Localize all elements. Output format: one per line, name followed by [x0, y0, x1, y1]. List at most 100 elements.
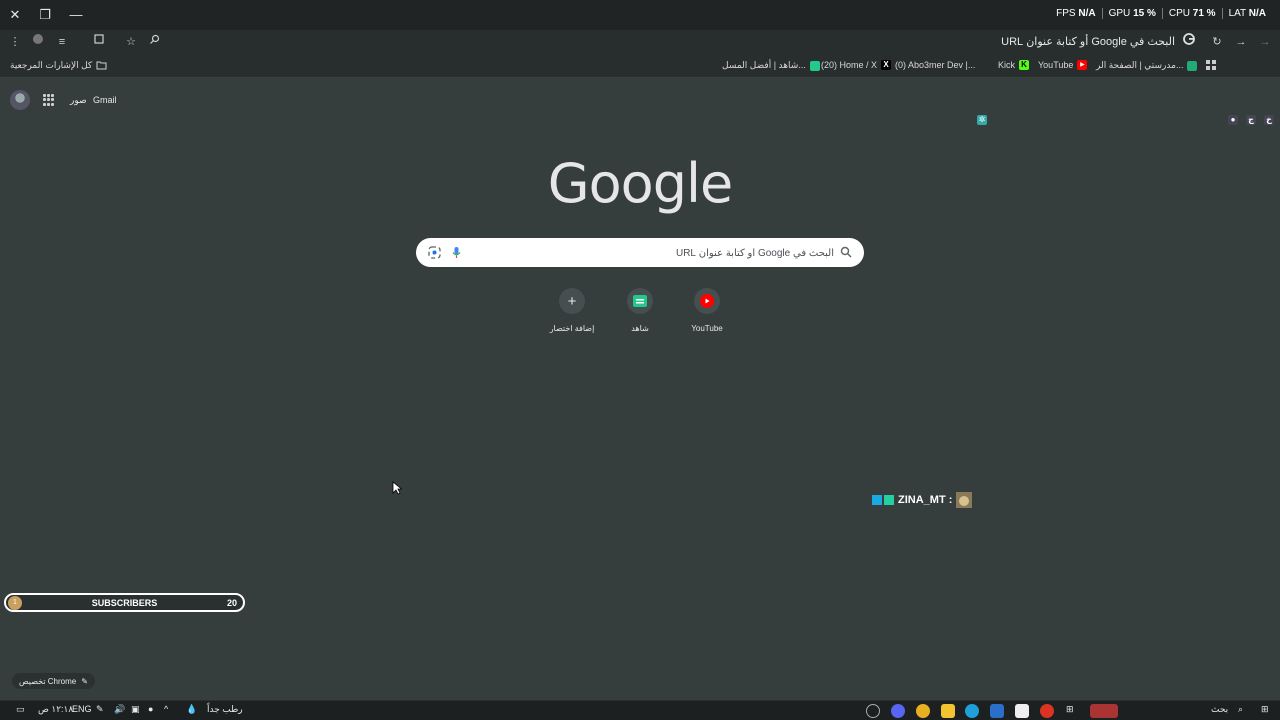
reload-icon[interactable]: ↻: [1208, 33, 1226, 51]
bookmark-label: (20) Home / X: [821, 60, 878, 70]
tab-search-icon[interactable]: ●: [1228, 115, 1238, 125]
media-controls-icon[interactable]: ≡: [53, 33, 71, 51]
fps-value: N/A: [1078, 8, 1096, 19]
customize-chrome-button[interactable]: تخصيص Chrome ✎: [12, 673, 95, 689]
gmail-link[interactable]: Gmail: [93, 95, 117, 105]
vscode-icon[interactable]: [990, 704, 1004, 718]
bookmark-shahid[interactable]: شاهد | أفضل المسل...: [722, 60, 820, 71]
lat-label: LAT: [1228, 8, 1246, 19]
close-window-button[interactable]: ✕: [5, 5, 25, 25]
x-logo-icon: X: [881, 60, 892, 70]
back-arrow-icon[interactable]: →: [1232, 33, 1250, 51]
extra-shortcut-icon[interactable]: خ: [1264, 115, 1274, 125]
subscribers-count: 20: [226, 598, 237, 608]
microphone-icon[interactable]: ●: [148, 704, 153, 714]
chat-username: ZINA_MT :: [898, 494, 953, 506]
subscribers-label: SUBSCRIBERS: [91, 598, 158, 608]
all-bookmarks-folder[interactable]: كل الإشارات المرجعية: [10, 60, 107, 71]
bookmark-label: Kick: [998, 60, 1016, 70]
show-hidden-icons-chevron-icon[interactable]: ^: [164, 704, 168, 714]
abo3mer-icon: ✲: [977, 115, 987, 125]
minimize-window-button[interactable]: —: [66, 5, 86, 25]
google-lens-icon[interactable]: [427, 245, 442, 260]
taskbar-search-label[interactable]: بحث: [1211, 704, 1228, 715]
search-box[interactable]: [416, 238, 864, 267]
apps-grid-icon: [1206, 60, 1216, 70]
pencil-icon: ✎: [81, 676, 88, 686]
bookmark-abo3mer[interactable]: (0) Abo3mer Dev |...: [895, 60, 975, 70]
bookmark-label: شاهد | أفضل المسل...: [722, 60, 806, 70]
taskbar-search-icon[interactable]: ⌕: [1238, 704, 1243, 715]
volume-icon[interactable]: 🔊: [114, 704, 125, 715]
menu-icon[interactable]: ⋮: [6, 33, 24, 51]
shortcut-label: إضافة اختصار: [549, 324, 595, 333]
google-apps-icon[interactable]: [43, 94, 55, 106]
edge-icon[interactable]: [965, 704, 979, 718]
bookmark-kick[interactable]: Kick K: [998, 60, 1030, 70]
bookmark-label: (0) Abo3mer Dev |...: [895, 60, 976, 70]
add-shortcut-tile[interactable]: + إضافة اختصار: [540, 288, 604, 333]
bookmark-youtube[interactable]: YouTube ▶: [1038, 60, 1088, 70]
bookmark-label: مدرستي | الصفحة الر...: [1096, 60, 1184, 70]
file-explorer-icon[interactable]: [941, 704, 955, 718]
bookmark-star-icon[interactable]: ☆: [122, 33, 140, 51]
weather-icon[interactable]: 💧: [186, 704, 197, 715]
folder-icon: [96, 61, 107, 70]
plus-icon: +: [567, 292, 577, 310]
restore-window-button[interactable]: ❐: [35, 5, 55, 25]
subscribers-goal-bar: 1 SUBSCRIBERS 20: [4, 593, 245, 612]
notifications-icon[interactable]: ▭: [16, 704, 25, 715]
stream-chat-message: ZINA_MT :: [872, 492, 973, 508]
gpu-value: 15 %: [1133, 8, 1156, 19]
apps-shortcut[interactable]: [1206, 60, 1216, 70]
discord-icon[interactable]: [891, 704, 905, 718]
gpu-label: GPU: [1108, 8, 1131, 19]
bookmarks-bar: كل الإشارات المرجعية شاهد | أفضل المسل..…: [0, 54, 1280, 125]
bookmark-x-home[interactable]: (20) Home / X X: [821, 60, 892, 70]
shahid-icon: [809, 60, 820, 71]
omnibox-input[interactable]: البحث في Google أو كتابة عنوان URL: [1001, 35, 1175, 48]
customize-label: تخصيص Chrome: [19, 676, 77, 686]
obs-icon[interactable]: [1040, 704, 1054, 718]
store-icon[interactable]: [1015, 704, 1029, 718]
search-icon: [839, 245, 854, 260]
task-view-icon[interactable]: ⊞: [1066, 704, 1074, 715]
youtube-icon: ▶: [1077, 60, 1088, 70]
language-indicator[interactable]: ENG: [72, 704, 92, 714]
pen-icon[interactable]: ✎: [96, 704, 104, 715]
search-input[interactable]: [486, 245, 834, 261]
profile-shortcut-icon[interactable]: ج: [1246, 115, 1256, 125]
google-g-icon: [1180, 33, 1198, 51]
extension-icon[interactable]: [29, 33, 47, 51]
performance-overlay: FPS N/A GPU 15 % CPU 71 % LAT N/A: [1050, 8, 1272, 19]
account-avatar[interactable]: [10, 90, 30, 110]
shortcut-label: شاهد: [631, 324, 649, 333]
shahid-shortcut-tile[interactable]: شاهد: [608, 288, 672, 333]
zoom-icon[interactable]: [145, 33, 163, 51]
images-link[interactable]: صور: [70, 95, 87, 106]
add-shortcut-button[interactable]: +: [559, 288, 585, 314]
chrome-icon[interactable]: [916, 704, 930, 718]
network-icon[interactable]: ▣: [131, 704, 140, 715]
google-logo: Google: [547, 152, 733, 215]
kick-icon: K: [1019, 60, 1030, 70]
cpu-value: 71 %: [1192, 8, 1216, 19]
bookmark-label: YouTube: [1038, 60, 1074, 70]
voice-search-icon[interactable]: [449, 245, 464, 260]
widgets-icon[interactable]: [1090, 704, 1118, 718]
start-windows-icon[interactable]: ⊞: [1261, 704, 1269, 715]
badge-icons: [872, 494, 894, 505]
shortcut-label: YouTube: [691, 324, 723, 333]
bookmark-madrasati[interactable]: مدرستي | الصفحة الر...: [1096, 60, 1198, 71]
cpu-label: CPU: [1168, 8, 1190, 19]
shahid-icon: [633, 295, 647, 307]
forward-arrow-icon[interactable]: →: [1256, 33, 1274, 51]
madrasati-icon: [1187, 60, 1198, 71]
title-bar: ✕ ❐ — FPS N/A GPU 15 % CPU 71 % LAT N/A: [0, 0, 1280, 30]
extensions-puzzle-icon[interactable]: [90, 33, 108, 51]
youtube-shortcut-tile[interactable]: YouTube: [675, 288, 739, 333]
weather-label[interactable]: رطب جداً: [207, 704, 243, 715]
app-icon-settings[interactable]: [866, 704, 880, 718]
windows-taskbar: ▭ ١٢:١٨ ص ENG ✎ 🔊 ▣ ● ^ 💧 رطب جداً ⊞ بحث…: [0, 700, 1280, 720]
clock[interactable]: ١٢:١٨ ص: [38, 704, 73, 715]
